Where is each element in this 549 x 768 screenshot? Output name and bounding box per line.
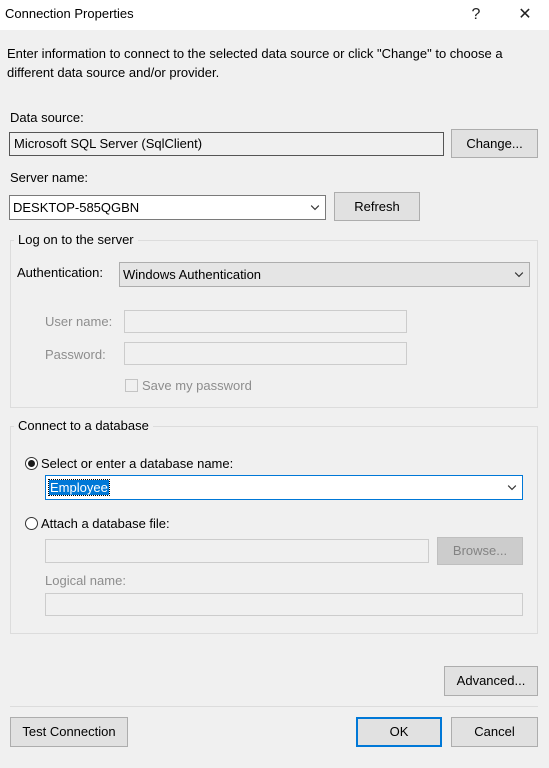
logon-legend: Log on to the server xyxy=(14,232,138,247)
footer-separator xyxy=(10,706,538,707)
data-source-label: Data source: xyxy=(10,110,84,125)
help-icon: ? xyxy=(471,6,481,23)
change-button[interactable]: Change... xyxy=(451,129,538,158)
data-source-field: Microsoft SQL Server (SqlClient) xyxy=(9,132,444,156)
password-input[interactable] xyxy=(124,342,407,365)
logical-name-label: Logical name: xyxy=(45,573,126,588)
advanced-button[interactable]: Advanced... xyxy=(444,666,538,696)
select-database-label[interactable]: Select or enter a database name: xyxy=(41,456,233,471)
attach-database-label[interactable]: Attach a database file: xyxy=(41,516,170,531)
password-label: Password: xyxy=(45,347,106,362)
authentication-combo[interactable]: Windows Authentication xyxy=(119,262,530,287)
username-label: User name: xyxy=(45,314,113,329)
close-icon: ✕ xyxy=(518,6,532,23)
attach-database-radio[interactable] xyxy=(25,517,38,530)
database-file-input[interactable] xyxy=(45,539,429,563)
save-password-label: Save my password xyxy=(142,378,252,393)
refresh-button[interactable]: Refresh xyxy=(334,192,420,221)
server-name-combo[interactable]: DESKTOP-585QGBN xyxy=(9,195,326,220)
test-connection-button[interactable]: Test Connection xyxy=(10,717,128,747)
logical-name-input[interactable] xyxy=(45,593,523,616)
intro-text: Enter information to connect to the sele… xyxy=(7,46,503,80)
data-source-value: Microsoft SQL Server (SqlClient) xyxy=(14,136,203,151)
database-name-value[interactable]: Employee xyxy=(48,479,110,496)
authentication-label: Authentication: xyxy=(17,265,104,280)
browse-button[interactable]: Browse... xyxy=(437,537,523,565)
chevron-down-icon[interactable] xyxy=(307,196,323,219)
close-button[interactable]: ✕ xyxy=(512,3,538,27)
cancel-button[interactable]: Cancel xyxy=(451,717,538,747)
database-name-combo[interactable]: Employee xyxy=(45,475,523,500)
database-legend: Connect to a database xyxy=(14,418,153,433)
select-database-radio[interactable] xyxy=(25,457,38,470)
chevron-down-icon[interactable] xyxy=(511,263,527,286)
username-input[interactable] xyxy=(124,310,407,333)
save-password-checkbox[interactable] xyxy=(125,379,138,392)
authentication-value[interactable]: Windows Authentication xyxy=(123,263,261,287)
database-name-value-wrap: Employee xyxy=(48,476,110,500)
window-title: Connection Properties xyxy=(5,6,134,21)
ok-button[interactable]: OK xyxy=(356,717,442,747)
server-name-label: Server name: xyxy=(10,170,89,185)
help-button[interactable]: ? xyxy=(463,3,489,27)
server-name-value[interactable]: DESKTOP-585QGBN xyxy=(13,196,139,220)
chevron-down-icon[interactable] xyxy=(504,476,520,499)
